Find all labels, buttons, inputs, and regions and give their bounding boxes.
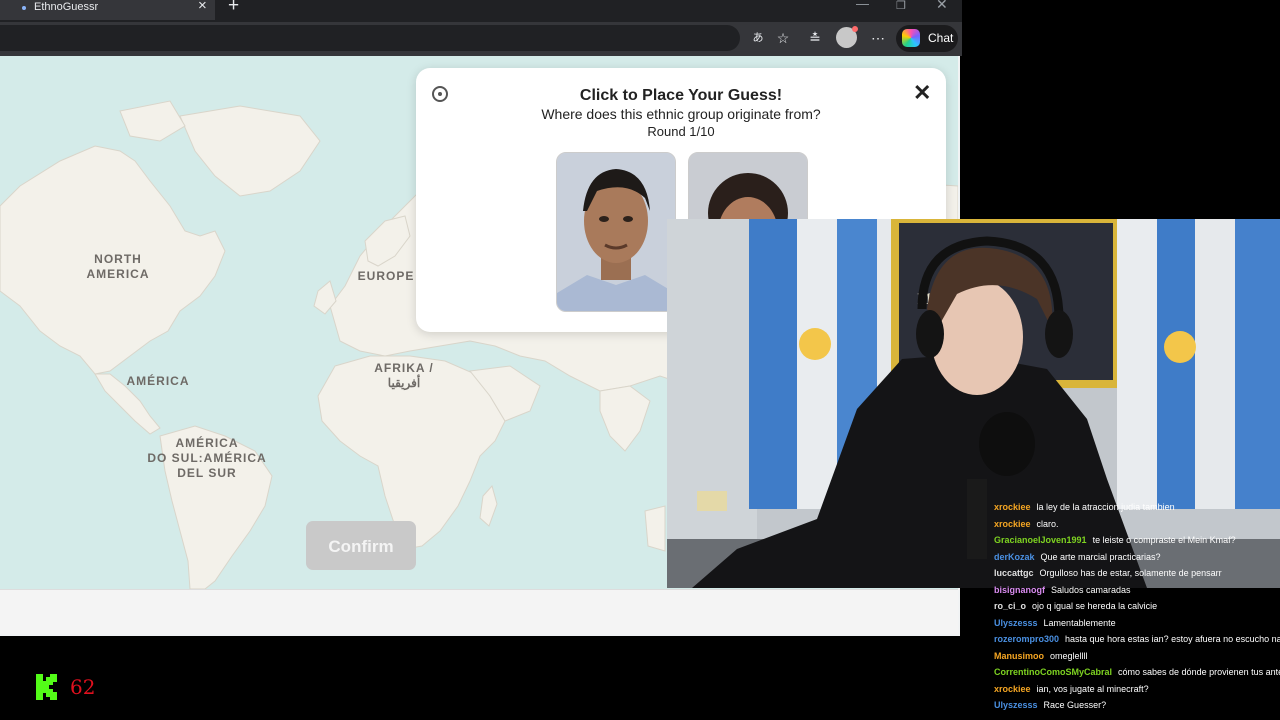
chat-message: xrockiee ian, vos jugate al minecraft? (994, 681, 1280, 698)
chat-username[interactable]: ro_ci_o (994, 601, 1026, 611)
chat-text: te leiste o compraste el Mein Kmaf? (1092, 535, 1236, 545)
face-photo-male[interactable] (556, 152, 676, 312)
page-footer-bar (0, 589, 958, 634)
chat-text: Lamentablemente (1043, 617, 1116, 628)
chat-message: derKozak Que arte marcial practicarias? (994, 549, 1280, 566)
round-counter: Round 1/10 (647, 124, 715, 139)
collections-icon[interactable]: ≛ (804, 27, 826, 49)
chat-username[interactable]: Manusimoo (994, 651, 1044, 661)
window-close-icon[interactable]: ✕ (936, 0, 948, 13)
confirm-button[interactable]: Confirm (306, 521, 416, 570)
chat-message: GracianoelJoven1991 te leiste o compraste… (994, 532, 1280, 549)
tab-close-icon[interactable]: × (198, 0, 207, 14)
chat-message: Ulyszesss Race Guesser? (994, 697, 1280, 714)
browser-tab[interactable]: EthnoGuessr × (0, 0, 215, 20)
kick-logo-icon (36, 674, 57, 700)
copilot-chat-button[interactable]: Chat (896, 25, 958, 52)
chat-text: Orgulloso has de estar, solamente de pen… (1039, 568, 1222, 578)
face-male-image (557, 153, 675, 311)
more-menu-icon[interactable]: ⋯ (867, 27, 889, 49)
chat-text: Race Guesser? (1043, 700, 1107, 710)
map-label-america: AMÉRICA (126, 374, 190, 388)
label-text: AFRIKA / أفريقيا (374, 361, 434, 390)
map-label-south-america: AMÉRICA DO SUL:AMÉRICA DEL SUR (142, 436, 272, 481)
chat-username[interactable]: derKozak (994, 552, 1035, 562)
chat-text: ian, vos jugate al minecraft? (1036, 683, 1149, 694)
arctic-islands-shape (119, 100, 186, 142)
label-text: NORTH AMERICA (86, 252, 150, 281)
chat-text: ojo q igual se hereda la calvicie (1032, 601, 1158, 611)
india-shape (599, 385, 651, 452)
map-label-north-america: NORTH AMERICA (78, 252, 158, 282)
chat-button-label: Chat (928, 31, 954, 45)
madagascar-shape (479, 484, 498, 527)
copilot-logo-icon (902, 29, 920, 47)
tab-favicon-icon (22, 6, 26, 10)
chat-message: Manusimoo omeglellll (994, 648, 1280, 665)
chat-message: xrockiee la ley de la atraccion judia tam… (994, 499, 1280, 516)
chat-username[interactable]: Ulyszesss (994, 700, 1038, 710)
chat-username[interactable]: xrockiee (994, 519, 1031, 529)
chat-message: xrockiee claro. (994, 516, 1280, 533)
chat-text: la ley de la atraccion judia tambien (1036, 502, 1175, 512)
address-bar[interactable] (0, 25, 740, 51)
chat-username[interactable]: xrockiee (994, 502, 1031, 512)
chat-text: Que arte marcial practicarias? (1040, 551, 1161, 562)
australia-shape (644, 505, 666, 552)
chat-message: CorrentinoComoSMyCabral cómo sabes de dón… (994, 664, 1280, 681)
greenland-shape (179, 105, 321, 197)
maximize-icon[interactable]: ❐ (896, 0, 906, 12)
new-tab-icon[interactable]: + (228, 0, 239, 17)
favorite-star-icon[interactable]: ☆ (772, 27, 794, 49)
chat-username[interactable]: xrockiee (994, 684, 1031, 694)
chat-message: bisignanogf Saludos camaradas (994, 582, 1280, 599)
chat-text: cómo sabes de dónde provienen tus antepa… (1118, 667, 1280, 677)
chat-message: ro_ci_o ojo q igual se hereda la calvicie (994, 598, 1280, 615)
chat-username[interactable]: CorrentinoComoSMyCabral (994, 667, 1112, 677)
chat-message: luccattgc Orgulloso has de estar, solamen… (994, 565, 1280, 582)
chat-username[interactable]: GracianoelJoven1991 (994, 535, 1087, 545)
stream-chat: xrockiee la ley de la atraccion judia tam… (994, 499, 1280, 714)
chat-text: Saludos camaradas (1051, 584, 1131, 595)
chat-message: rozerompro300 hasta que hora estas ian? e… (994, 631, 1280, 648)
chat-username[interactable]: luccattgc (994, 568, 1034, 578)
viewer-count: 62 (70, 675, 96, 699)
map-label-africa: AFRIKA / أفريقيا (364, 361, 444, 391)
chat-text: omeglellll (1050, 650, 1088, 661)
profile-avatar[interactable] (836, 26, 858, 48)
minimize-icon[interactable]: — (856, 0, 869, 11)
panel-close-icon[interactable]: ✕ (913, 80, 931, 106)
chat-username[interactable]: Ulyszesss (994, 618, 1038, 628)
chat-text: hasta que hora estas ian? estoy afuera n… (1065, 634, 1280, 644)
tab-title: EthnoGuessr (34, 1, 99, 13)
chat-text: claro. (1036, 518, 1059, 529)
panel-subtitle: Where does this ethnic group originate f… (541, 106, 821, 122)
panel-title: Click to Place Your Guess! (579, 87, 783, 104)
chat-username[interactable]: bisignanogf (994, 585, 1045, 595)
chat-message: Ulyszesss Lamentablemente (994, 615, 1280, 632)
translate-icon[interactable]: あ (747, 27, 769, 49)
label-text: AMÉRICA DO SUL:AMÉRICA DEL SUR (147, 436, 267, 480)
chat-username[interactable]: rozerompro300 (994, 634, 1059, 644)
map-label-europe: EUROPE (357, 269, 415, 283)
